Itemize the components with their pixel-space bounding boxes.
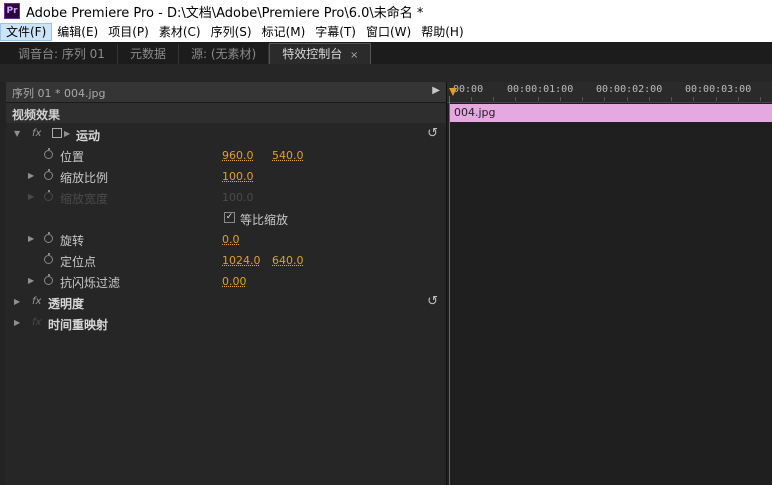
ruler-tick-mark xyxy=(538,97,539,101)
menu-sequence[interactable]: 序列(S) xyxy=(206,23,257,41)
ruler-tick-mark xyxy=(471,97,472,101)
video-effects-header: 视频效果 xyxy=(6,103,446,123)
ruler-tick-mark xyxy=(560,97,561,101)
scale-label: 缩放比例 xyxy=(60,171,109,185)
tab-metadata[interactable]: 元数据 xyxy=(118,44,179,64)
close-icon[interactable]: × xyxy=(350,50,358,61)
property-uniform-scale-row: ✓ 等比缩放 xyxy=(6,208,446,229)
sequence-clip-header: 序列 01 * 004.jpg ▶ xyxy=(6,82,446,103)
uniform-scale-checkbox[interactable]: ✓ xyxy=(224,212,235,223)
menu-bar: 文件(F) 编辑(E) 项目(P) 素材(C) 序列(S) 标记(M) 字幕(T… xyxy=(0,22,772,42)
ruler-tick-mark xyxy=(515,97,516,101)
menu-project[interactable]: 项目(P) xyxy=(103,23,154,41)
collapsed-triangle-icon[interactable]: ▶ xyxy=(28,234,34,243)
menu-help[interactable]: 帮助(H) xyxy=(416,23,468,41)
effect-controls-panel: 序列 01 * 004.jpg ▶ 视频效果 ▼ fx ▶ 运动 ↺ 位置 96… xyxy=(6,82,446,485)
motion-arrow-icon: ▶ xyxy=(64,129,71,138)
premiere-app-icon: Pr xyxy=(4,3,20,19)
scale-width-value: 100.0 xyxy=(222,191,254,204)
stopwatch-icon[interactable] xyxy=(44,232,53,243)
effect-opacity-row[interactable]: ▶ fx 透明度 ↺ xyxy=(6,292,446,313)
play-triangle-icon[interactable]: ▶ xyxy=(432,85,440,96)
time-tick: 00:00:02:00 xyxy=(596,84,663,95)
anchor-y-value[interactable]: 640.0 xyxy=(272,254,304,267)
anchor-x-value[interactable]: 1024.0 xyxy=(222,254,261,267)
time-tick: 00:00:01:00 xyxy=(507,84,574,95)
menu-window[interactable]: 窗口(W) xyxy=(361,23,416,41)
fx-toggle-icon: fx xyxy=(32,317,42,328)
menu-title[interactable]: 字幕(T) xyxy=(310,23,361,41)
motion-label: 运动 xyxy=(76,129,101,143)
reset-icon[interactable]: ↺ xyxy=(427,126,438,141)
collapsed-triangle-icon: ▶ xyxy=(28,192,35,201)
position-y-value[interactable]: 540.0 xyxy=(272,149,304,162)
fx-toggle-icon[interactable]: fx xyxy=(32,296,41,307)
stopwatch-icon[interactable] xyxy=(44,169,53,180)
collapsed-triangle-icon[interactable]: ▶ xyxy=(28,276,34,285)
time-ruler[interactable]: 00:00 00:00:01:00 00:00:02:00 00:00:03:0… xyxy=(447,82,772,103)
clip-bar[interactable]: 004.jpg xyxy=(450,104,772,122)
playhead-line[interactable] xyxy=(449,96,450,485)
ruler-tick-mark xyxy=(716,97,717,101)
playhead-marker-icon[interactable] xyxy=(449,88,457,96)
anti-flicker-value[interactable]: 0.00 xyxy=(222,275,247,288)
sequence-clip-label: 序列 01 * 004.jpg xyxy=(12,87,106,100)
menu-clip[interactable]: 素材(C) xyxy=(154,23,206,41)
tab-audio-mixer[interactable]: 调音台: 序列 01 xyxy=(6,44,118,64)
scale-value[interactable]: 100.0 xyxy=(222,170,254,183)
ruler-tick-mark xyxy=(760,97,761,101)
uniform-scale-label: 等比缩放 xyxy=(240,213,289,227)
opacity-label: 透明度 xyxy=(48,297,85,311)
property-scale-row: ▶ 缩放比例 100.0 xyxy=(6,166,446,187)
effect-timeline-panel: 00:00 00:00:01:00 00:00:02:00 00:00:03:0… xyxy=(446,82,772,485)
ruler-tick-mark xyxy=(738,97,739,101)
panel-gutter xyxy=(0,64,772,82)
ruler-tick-mark xyxy=(493,97,494,101)
title-bar: Pr Adobe Premiere Pro - D:\文档\Adobe\Prem… xyxy=(0,0,772,22)
ruler-tick-mark xyxy=(582,97,583,101)
tab-source[interactable]: 源: (无素材) xyxy=(179,44,270,64)
time-tick: 00:00:03:00 xyxy=(685,84,752,95)
reset-icon[interactable]: ↺ xyxy=(427,294,438,309)
collapsed-triangle-icon[interactable]: ▶ xyxy=(14,318,20,327)
property-anchor-row: 定位点 1024.0 640.0 xyxy=(6,250,446,271)
rotation-value[interactable]: 0.0 xyxy=(222,233,240,246)
property-anti-flicker-row: ▶ 抗闪烁过滤 0.00 xyxy=(6,271,446,292)
video-effects-title: 视频效果 xyxy=(12,108,61,122)
scale-width-label: 缩放宽度 xyxy=(60,192,109,206)
collapsed-triangle-icon[interactable]: ▶ xyxy=(28,171,34,180)
window-title: Adobe Premiere Pro - D:\文档\Adobe\Premier… xyxy=(26,5,424,21)
ruler-tick-mark xyxy=(649,97,650,101)
stopwatch-icon[interactable] xyxy=(44,274,53,285)
property-scale-width-row: ▶ 缩放宽度 100.0 xyxy=(6,187,446,208)
rotation-label: 旋转 xyxy=(60,234,85,248)
stopwatch-icon[interactable] xyxy=(44,148,53,159)
property-rotation-row: ▶ 旋转 0.0 xyxy=(6,229,446,250)
property-position-row: 位置 960.0 540.0 xyxy=(6,145,446,166)
expanded-triangle-icon[interactable]: ▼ xyxy=(14,129,20,138)
effect-time-remap-row[interactable]: ▶ fx 时间重映射 xyxy=(6,313,446,334)
ruler-tick-mark xyxy=(693,97,694,101)
time-tick: 00:00 xyxy=(453,84,484,95)
transform-box-icon[interactable] xyxy=(52,128,62,138)
menu-edit[interactable]: 编辑(E) xyxy=(52,23,103,41)
anchor-label: 定位点 xyxy=(60,255,97,269)
tab-effect-controls-label: 特效控制台 xyxy=(282,47,343,61)
menu-marker[interactable]: 标记(M) xyxy=(257,23,311,41)
position-label: 位置 xyxy=(60,150,85,164)
ruler-tick-mark xyxy=(671,97,672,101)
time-remap-label: 时间重映射 xyxy=(48,318,109,332)
menu-file[interactable]: 文件(F) xyxy=(0,23,53,41)
panel-tab-bar: 调音台: 序列 01 元数据 源: (无素材) 特效控制台 × xyxy=(0,42,772,65)
stopwatch-icon[interactable] xyxy=(44,253,53,264)
collapsed-triangle-icon[interactable]: ▶ xyxy=(14,297,20,306)
effect-motion-row[interactable]: ▼ fx ▶ 运动 ↺ xyxy=(6,124,446,145)
position-x-value[interactable]: 960.0 xyxy=(222,149,254,162)
ruler-tick-mark xyxy=(627,97,628,101)
anti-flicker-label: 抗闪烁过滤 xyxy=(60,276,121,290)
stopwatch-icon xyxy=(44,190,53,201)
fx-toggle-icon[interactable]: fx xyxy=(32,128,41,139)
ruler-tick-mark xyxy=(604,97,605,101)
tab-effect-controls[interactable]: 特效控制台 × xyxy=(269,43,372,64)
